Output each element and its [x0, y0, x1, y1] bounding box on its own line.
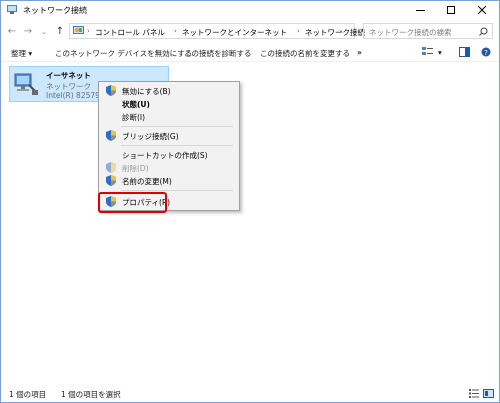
arrow-up-icon: ↑: [55, 26, 65, 37]
svg-text:?: ?: [484, 49, 488, 57]
window-title: ネットワーク接続: [23, 6, 87, 15]
uac-shield-icon: [106, 162, 116, 173]
uac-shield-icon: [106, 175, 116, 186]
organize-button[interactable]: 整理 ▾: [11, 48, 32, 59]
menu-item-bridge[interactable]: ブリッジ接続(G): [99, 129, 239, 142]
control-panel-icon: [73, 26, 84, 34]
arrow-right-icon: →: [23, 26, 33, 37]
navigation-bar: ← → ⌄ ↑ › コントロール パネル › ネットワークとインターネット › …: [1, 21, 499, 43]
view-dropdown-icon[interactable]: ▾: [438, 48, 442, 57]
menu-separator: [121, 145, 233, 146]
back-button[interactable]: ←: [5, 24, 19, 40]
menu-separator: [121, 126, 233, 127]
search-icon: [479, 27, 488, 36]
maximize-button[interactable]: [438, 1, 464, 19]
selected-count: 1 個の項目を選択: [61, 390, 121, 399]
preview-pane-icon[interactable]: [459, 47, 470, 57]
address-history-dropdown[interactable]: ⌄: [338, 26, 344, 34]
adapter-name: イーサネット: [46, 71, 91, 80]
menu-item-label: 診断(I): [122, 113, 146, 122]
item-count: 1 個の項目: [9, 390, 47, 399]
arrow-left-icon: ←: [7, 26, 17, 37]
minimize-button[interactable]: [407, 1, 433, 19]
close-icon: [477, 5, 487, 15]
menu-item-disable[interactable]: 無効にする(B): [99, 84, 239, 97]
adapter-device: Intel(R) 82579LM: [46, 91, 106, 100]
uac-shield-icon: [106, 85, 116, 96]
command-bar: 整理 ▾ このネットワーク デバイスを無効にする この接続を診断する この接続の…: [1, 45, 499, 62]
disable-device-button[interactable]: このネットワーク デバイスを無効にする: [55, 48, 192, 59]
title-bar: ネットワーク接続: [1, 1, 499, 19]
menu-item-label: 状態(U): [122, 100, 150, 109]
breadcrumb-control-panel[interactable]: コントロール パネル: [95, 27, 165, 38]
chevron-down-icon: ⌄: [41, 28, 47, 36]
connections-list: イーサネット ネットワーク Intel(R) 82579LM: [1, 62, 499, 382]
menu-item-label: 削除(D): [122, 164, 149, 173]
diagnose-connection-button[interactable]: この接続を診断する: [184, 48, 252, 59]
menu-item-delete: 削除(D): [99, 161, 239, 174]
breadcrumb-separator: ›: [297, 27, 300, 35]
breadcrumb-separator: ›: [174, 27, 177, 35]
menu-item-diagnose[interactable]: 診断(I): [99, 110, 239, 123]
details-view-icon[interactable]: [469, 389, 479, 398]
breadcrumb-network-connections[interactable]: ネットワーク接続: [305, 27, 365, 38]
help-icon[interactable]: ?: [481, 47, 491, 57]
up-button[interactable]: ↑: [53, 24, 67, 40]
tiles-view-icon[interactable]: [483, 389, 494, 398]
menu-item-rename[interactable]: 名前の変更(M): [99, 174, 239, 187]
menu-item-label: ブリッジ接続(G): [122, 132, 179, 141]
status-bar: 1 個の項目 1 個の項目を選択: [1, 385, 499, 401]
forward-button[interactable]: →: [21, 24, 35, 40]
menu-item-label: ショートカットの作成(S): [122, 151, 208, 160]
recent-locations-button[interactable]: ⌄: [37, 24, 51, 40]
ethernet-adapter-icon: [14, 73, 38, 95]
breadcrumb-network-internet[interactable]: ネットワークとインターネット: [182, 27, 287, 38]
close-button[interactable]: [469, 1, 495, 19]
menu-item-create-shortcut[interactable]: ショートカットの作成(S): [99, 148, 239, 161]
menu-item-status[interactable]: 状態(U): [99, 97, 239, 110]
properties-highlight-box: [98, 192, 167, 213]
change-view-icon[interactable]: [422, 47, 434, 57]
rename-connection-button[interactable]: この接続の名前を変更する: [260, 48, 350, 59]
menu-item-label: 名前の変更(M): [122, 177, 172, 186]
more-commands-button[interactable]: »: [357, 48, 362, 57]
address-bar[interactable]: › コントロール パネル › ネットワークとインターネット › ネットワーク接続: [69, 23, 365, 39]
caret-down-icon: ▾: [28, 49, 33, 58]
search-box[interactable]: ネットワーク接続の検索: [363, 23, 493, 39]
search-placeholder: ネットワーク接続の検索: [369, 28, 452, 37]
uac-shield-icon: [106, 130, 116, 141]
menu-separator: [121, 190, 233, 191]
explorer-window: ネットワーク接続 ← → ⌄ ↑ › コントロール パネル › ネットワークとイ…: [0, 0, 500, 403]
network-connections-icon: [7, 5, 17, 14]
menu-item-label: 無効にする(B): [122, 87, 171, 96]
organize-label: 整理: [11, 49, 26, 58]
breadcrumb-separator: ›: [87, 27, 90, 35]
